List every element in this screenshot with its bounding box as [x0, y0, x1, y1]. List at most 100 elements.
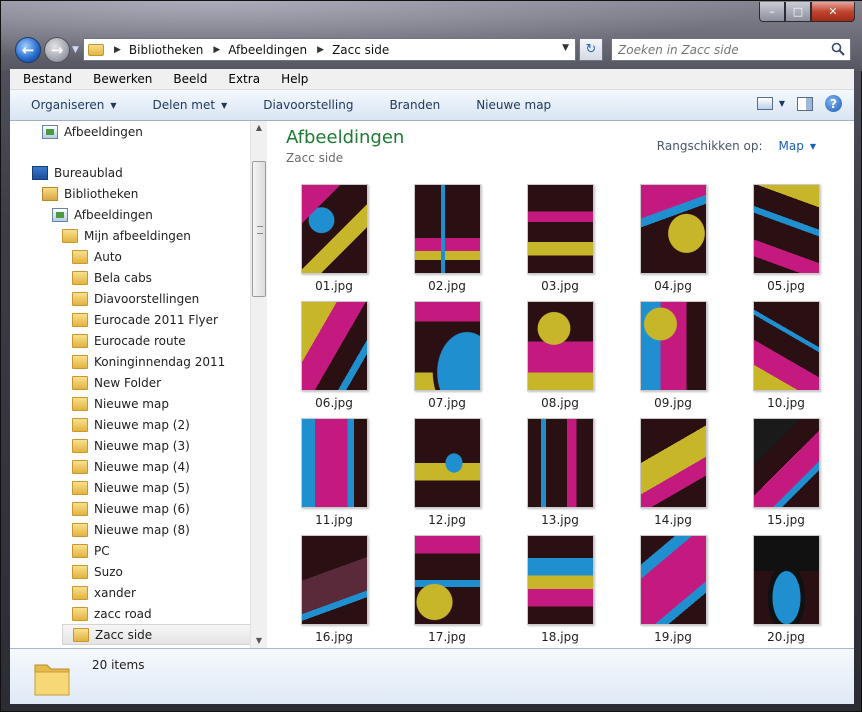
nav-folder-item[interactable]: Nieuwe map (2): [72, 414, 190, 435]
nav-item-label: Afbeeldingen: [64, 124, 143, 139]
scroll-up-icon[interactable]: ▲: [251, 121, 267, 135]
minimize-button[interactable]: –: [759, 2, 785, 22]
file-name: 06.jpg: [315, 396, 353, 410]
address-dropdown-icon[interactable]: ▼: [562, 43, 569, 53]
file-thumbnail[interactable]: 06.jpg: [286, 301, 386, 413]
nav-item-pictures-top[interactable]: Afbeeldingen: [42, 121, 143, 142]
nav-item-desktop[interactable]: Bureaublad: [32, 162, 123, 183]
file-thumbnail[interactable]: 11.jpg: [286, 418, 386, 530]
nav-folder-item[interactable]: Nieuwe map (4): [72, 456, 190, 477]
maximize-button[interactable]: □: [785, 2, 811, 22]
file-thumbnail[interactable]: 09.jpg: [625, 301, 725, 413]
image-thumbnail: [640, 301, 707, 391]
nav-folder-label: New Folder: [94, 375, 162, 390]
menu-edit[interactable]: Bewerken: [80, 72, 160, 86]
refresh-icon: ↻: [585, 42, 597, 57]
file-thumbnail[interactable]: 01.jpg: [286, 184, 386, 296]
file-thumbnail[interactable]: 16.jpg: [286, 535, 386, 647]
back-button[interactable]: ←: [15, 37, 41, 63]
organize-label: Organiseren: [31, 98, 105, 112]
help-icon[interactable]: ?: [825, 95, 842, 112]
nav-folder-item[interactable]: Eurocade 2011 Flyer: [72, 309, 218, 330]
file-thumbnail[interactable]: 14.jpg: [625, 418, 725, 530]
preview-pane-icon[interactable]: [797, 96, 813, 111]
menu-help[interactable]: Help: [268, 72, 316, 86]
menu-tools[interactable]: Extra: [215, 72, 268, 86]
chevron-right-icon[interactable]: ▶: [213, 45, 220, 55]
nav-folder-item[interactable]: Nieuwe map (5): [72, 477, 190, 498]
file-thumbnail[interactable]: 03.jpg: [512, 184, 612, 296]
slideshow-button[interactable]: Diavoorstelling: [242, 98, 368, 112]
file-thumbnail[interactable]: 08.jpg: [512, 301, 612, 413]
nav-folder-item[interactable]: zacc road: [72, 603, 152, 624]
close-button[interactable]: ✕: [811, 2, 855, 22]
nav-folder-item[interactable]: Nieuwe map (6): [72, 498, 190, 519]
nav-folder-item[interactable]: Zacc side: [62, 624, 266, 645]
share-label: Delen met: [152, 98, 216, 112]
arrange-by-dropdown[interactable]: Map: [779, 139, 804, 153]
chevron-down-icon[interactable]: ▼: [810, 142, 816, 151]
nav-folder-label: Nieuwe map (2): [94, 417, 190, 432]
menu-file[interactable]: Bestand: [10, 72, 80, 86]
forward-button[interactable]: →: [44, 37, 70, 63]
nav-folder-item[interactable]: Nieuwe map (3): [72, 435, 190, 456]
chevron-right-icon[interactable]: ▶: [114, 45, 121, 55]
new-folder-button[interactable]: Nieuwe map: [455, 98, 566, 112]
breadcrumb-libraries[interactable]: Bibliotheken: [129, 43, 203, 57]
nav-folder-item[interactable]: Bela cabs: [72, 267, 152, 288]
nav-folder-item[interactable]: Nieuwe map: [72, 393, 169, 414]
menu-view[interactable]: Beeld: [160, 72, 215, 86]
scrollbar-thumb[interactable]: [252, 161, 266, 297]
file-thumbnail[interactable]: 17.jpg: [399, 535, 499, 647]
desktop-icon: [32, 165, 48, 180]
file-thumbnail[interactable]: 18.jpg: [512, 535, 612, 647]
nav-folder-item[interactable]: Koninginnendag 2011: [72, 351, 225, 372]
nav-folder-label: Koninginnendag 2011: [94, 354, 226, 369]
image-thumbnail: [753, 535, 820, 625]
file-thumbnail[interactable]: 04.jpg: [625, 184, 725, 296]
nav-item-libraries[interactable]: Bibliotheken: [42, 183, 138, 204]
nav-folder-item[interactable]: PC: [72, 540, 110, 561]
nav-folder-item[interactable]: New Folder: [72, 372, 161, 393]
file-thumbnail[interactable]: 07.jpg: [399, 301, 499, 413]
nav-folder-item[interactable]: Auto: [72, 246, 122, 267]
file-thumbnail[interactable]: 13.jpg: [512, 418, 612, 530]
nav-folder-item[interactable]: Diavoorstellingen: [72, 288, 199, 309]
file-name: 20.jpg: [767, 630, 805, 644]
breadcrumb-zacc-side[interactable]: Zacc side: [332, 43, 389, 57]
file-thumbnail[interactable]: 10.jpg: [738, 301, 838, 413]
organize-button[interactable]: Organiseren ▼: [10, 98, 132, 112]
nav-item-my-pictures[interactable]: Mijn afbeeldingen: [62, 225, 191, 246]
file-name: 18.jpg: [541, 630, 579, 644]
item-count: 20 items: [92, 658, 145, 672]
image-thumbnail: [753, 184, 820, 274]
nav-folder-item[interactable]: Eurocade route: [72, 330, 186, 351]
nav-item-pictures[interactable]: Afbeeldingen: [52, 204, 153, 225]
file-thumbnail[interactable]: 05.jpg: [738, 184, 838, 296]
recent-pages-dropdown[interactable]: ▼: [72, 45, 79, 55]
file-thumbnail[interactable]: 12.jpg: [399, 418, 499, 530]
file-thumbnail[interactable]: 19.jpg: [625, 535, 725, 647]
file-thumbnail[interactable]: 02.jpg: [399, 184, 499, 296]
folder-icon: [72, 354, 88, 369]
nav-folder-item[interactable]: Suzo: [72, 561, 123, 582]
navigation-scrollbar[interactable]: ▲ ▼: [250, 121, 267, 648]
change-view-icon[interactable]: [756, 97, 773, 110]
folder-icon: [72, 333, 88, 348]
file-thumbnail[interactable]: 20.jpg: [738, 535, 838, 647]
share-button[interactable]: Delen met ▼: [132, 98, 243, 112]
nav-folder-item[interactable]: xander: [72, 582, 136, 603]
view-options-dropdown[interactable]: ▼: [779, 99, 785, 108]
scroll-down-icon[interactable]: ▼: [251, 634, 267, 648]
details-pane: 20 items: [10, 648, 854, 704]
file-thumbnail[interactable]: 15.jpg: [738, 418, 838, 530]
search-icon[interactable]: [831, 42, 845, 56]
breadcrumb-pictures[interactable]: Afbeeldingen: [228, 43, 307, 57]
refresh-button[interactable]: ↻: [579, 38, 603, 61]
burn-button[interactable]: Branden: [368, 98, 455, 112]
search-input[interactable]: [618, 42, 823, 57]
address-bar[interactable]: ▶ Bibliotheken ▶ Afbeeldingen ▶ Zacc sid…: [83, 38, 576, 61]
chevron-right-icon[interactable]: ▶: [317, 45, 324, 55]
folder-icon: [72, 501, 88, 516]
nav-folder-item[interactable]: Nieuwe map (8): [72, 519, 190, 540]
